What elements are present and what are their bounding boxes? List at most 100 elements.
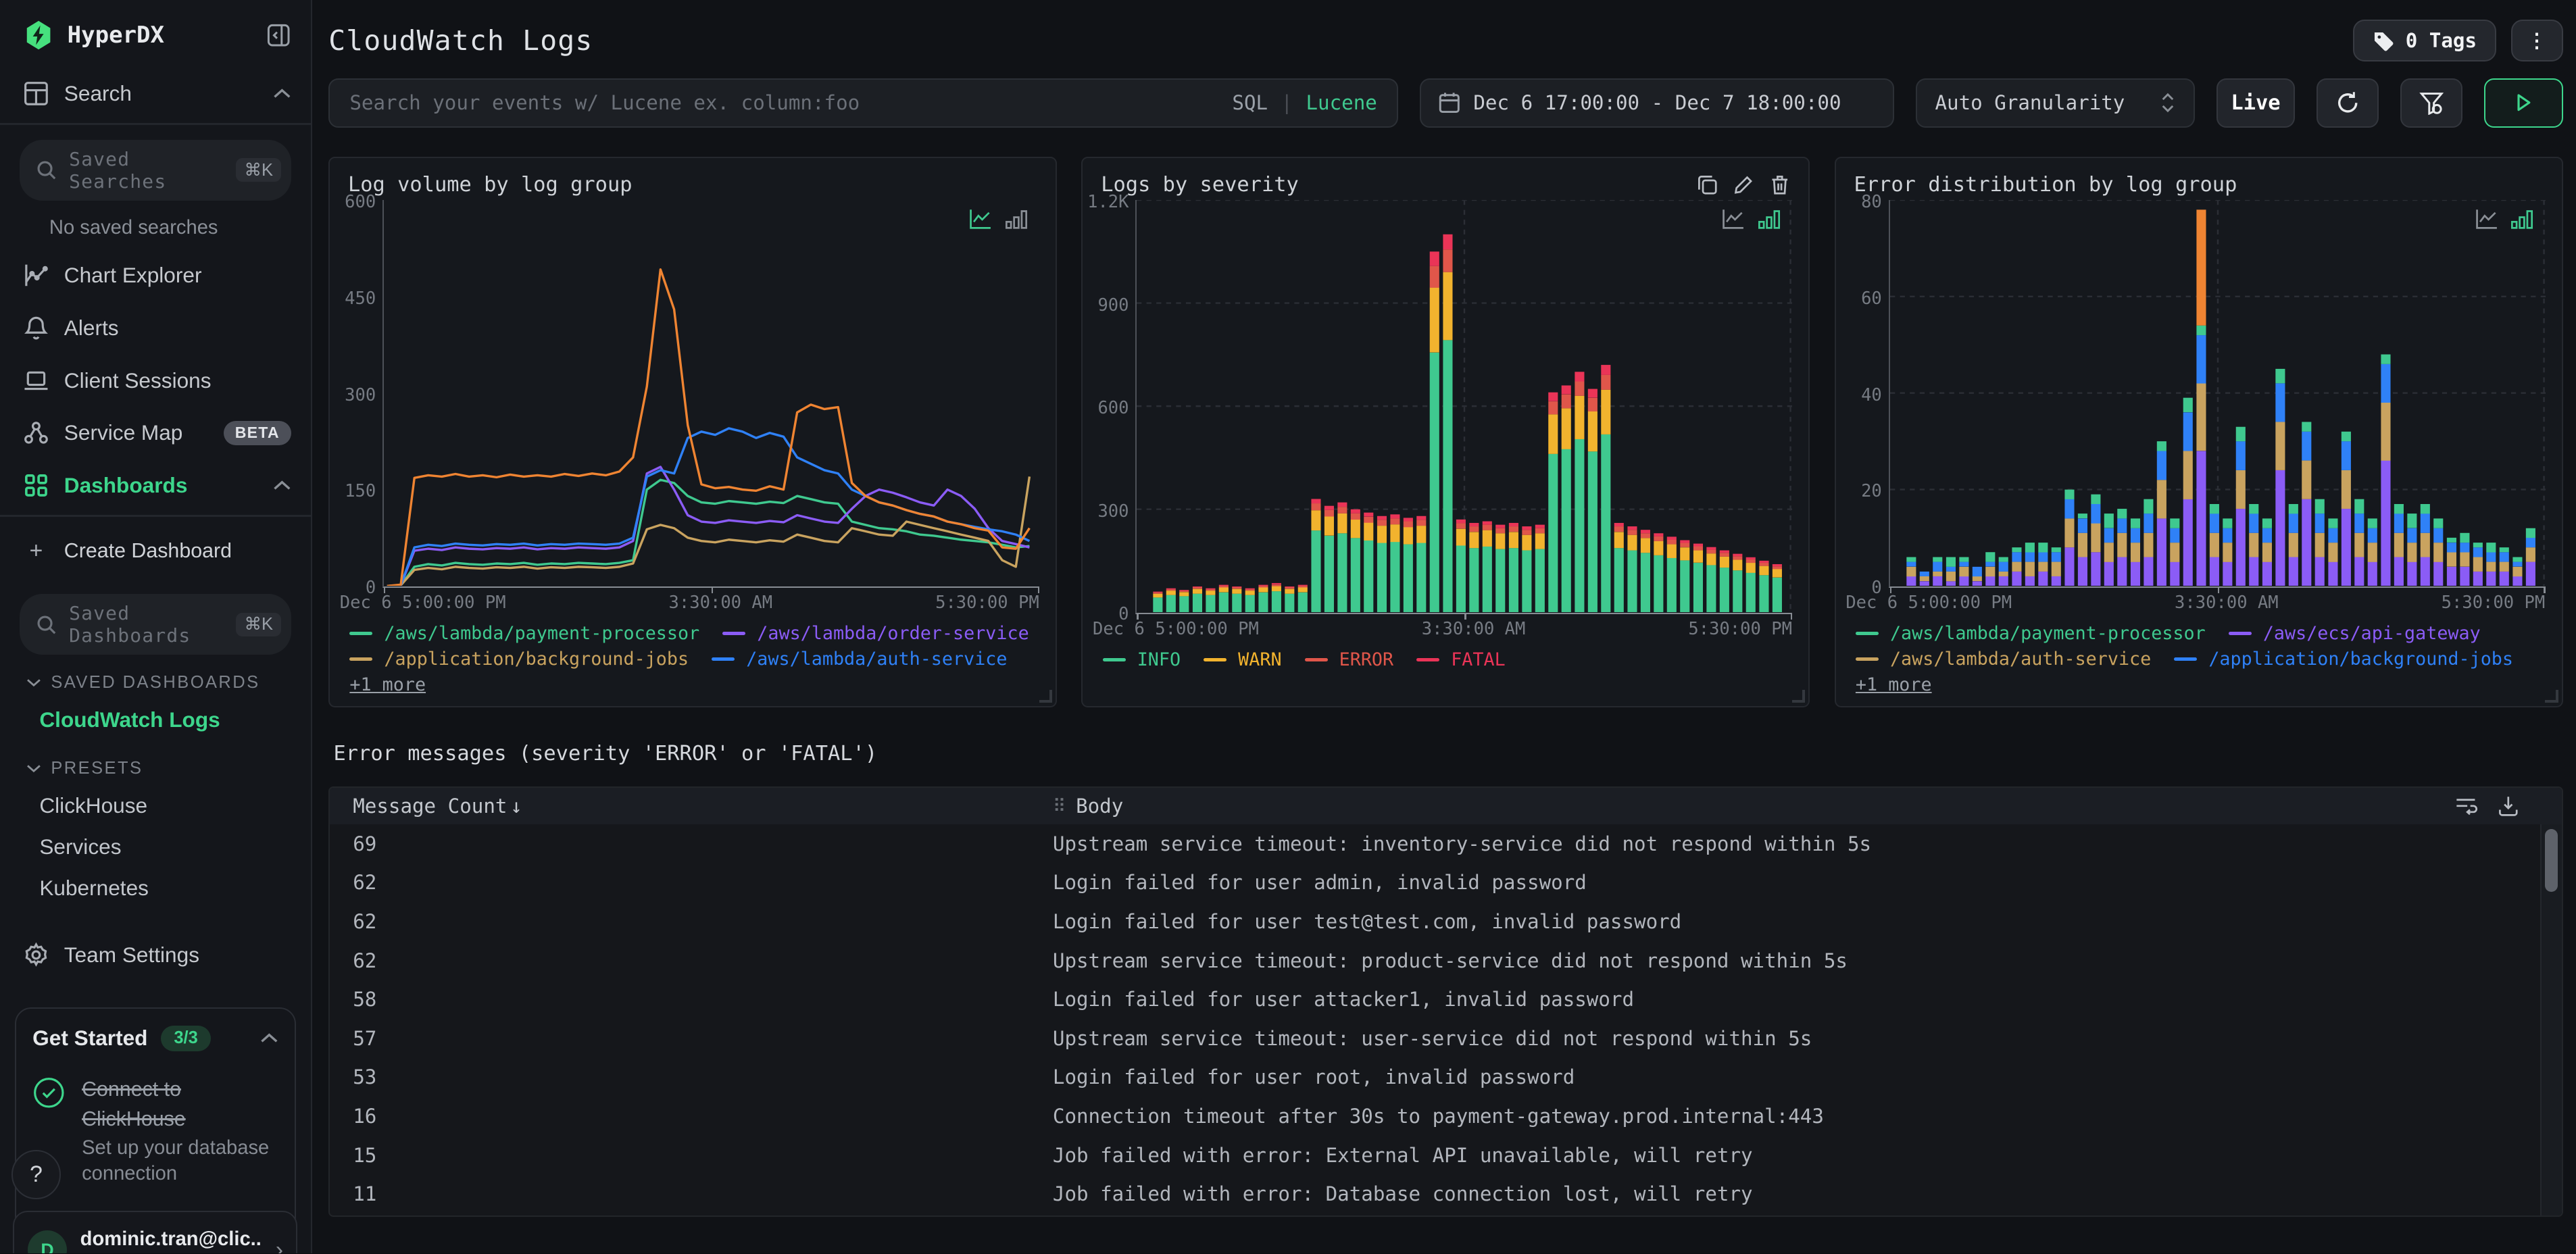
y-axis: 80 60 40 20 0	[1842, 192, 1888, 598]
help-button[interactable]: ?	[11, 1149, 61, 1199]
live-button[interactable]: Live	[2216, 78, 2296, 128]
legend-item[interactable]: /application/background-jobs	[2174, 649, 2513, 670]
cell-count: 69	[353, 832, 377, 855]
legend-item[interactable]: /aws/lambda/auth-service	[712, 649, 1007, 670]
resize-handle[interactable]	[1039, 689, 1053, 703]
table-row[interactable]: 62 Login failed for user admin, invalid p…	[330, 863, 2561, 903]
legend-item[interactable]: /application/background-jobs	[349, 649, 689, 670]
bar-chart-toggle-icon[interactable]	[1758, 208, 1781, 230]
edit-icon[interactable]	[1733, 174, 1754, 196]
sidebar-link-services[interactable]: Services	[0, 826, 311, 868]
chart-plot[interactable]	[382, 200, 1039, 593]
calendar-icon	[1439, 91, 1460, 114]
get-started-header[interactable]: Get Started 3/3	[32, 1025, 278, 1052]
sidebar-item-chart-explorer[interactable]: Chart Explorer	[0, 249, 311, 302]
chart-plot[interactable]	[1888, 200, 2546, 593]
user-menu[interactable]: D dominic.tran@clic... dominic.tran@clic…	[13, 1210, 298, 1253]
sidebar-item-team-settings[interactable]: Team Settings	[0, 929, 311, 982]
saved-searches-input[interactable]: Saved Searches ⌘K	[20, 139, 291, 201]
duplicate-icon[interactable]	[1697, 174, 1718, 196]
sidebar-item-client-sessions[interactable]: Client Sessions	[0, 354, 311, 407]
chart-plot[interactable]	[1135, 200, 1793, 620]
cell-count: 62	[353, 949, 377, 972]
kebab-menu-button[interactable]: ⋮	[2510, 20, 2563, 62]
legend-item[interactable]: /aws/lambda/auth-service	[1855, 649, 2151, 670]
line-chart-toggle-icon[interactable]	[2475, 208, 2499, 230]
axis-tick	[711, 586, 714, 593]
legend-item[interactable]: INFO	[1102, 649, 1181, 670]
legend-item[interactable]: /aws/ecs/api-gateway	[2228, 623, 2481, 644]
chevron-up-icon[interactable]	[260, 1032, 278, 1044]
resize-handle[interactable]	[1791, 689, 1806, 703]
axis-tick	[2544, 586, 2546, 593]
table-row[interactable]: 53 Login failed for user root, invalid pa…	[330, 1058, 2561, 1097]
bar-chart-toggle-icon[interactable]	[2510, 208, 2533, 230]
table-row[interactable]: 62 Upstream service timeout: product-serv…	[330, 941, 2561, 980]
language-lucene[interactable]: Lucene	[1306, 91, 1377, 114]
sidebar-link-kubernetes[interactable]: Kubernetes	[0, 868, 311, 909]
tags-label: 0 Tags	[2405, 29, 2477, 53]
get-started-item[interactable]: Connect to ClickHouse Set up your databas…	[32, 1073, 278, 1187]
sidebar-item-alerts[interactable]: Alerts	[0, 302, 311, 355]
sidebar-link-cloudwatch-logs[interactable]: CloudWatch Logs	[0, 699, 311, 741]
legend-item[interactable]: /aws/lambda/payment-processor	[349, 623, 699, 644]
check-circle-icon	[32, 1076, 66, 1109]
sort-desc-icon[interactable]: ↓	[510, 795, 522, 818]
resize-handle[interactable]	[2545, 689, 2558, 703]
language-sql[interactable]: SQL	[1232, 91, 1268, 114]
wrap-text-icon[interactable]	[2455, 795, 2478, 817]
chevron-up-icon[interactable]	[273, 88, 291, 99]
legend-more-link[interactable]: +1 more	[1856, 674, 1932, 695]
legend-item[interactable]: ERROR	[1304, 649, 1393, 670]
drag-handle-icon[interactable]: ⠿	[1053, 796, 1066, 817]
bar-chart-toggle-icon[interactable]	[1005, 208, 1028, 230]
create-dashboard-label: Create Dashboard	[64, 539, 232, 563]
table-row[interactable]: 15 Job failed with error: External API un…	[330, 1136, 2561, 1175]
table-row[interactable]: 58 Login failed for user attacker1, inval…	[330, 980, 2561, 1019]
legend-item[interactable]: FATAL	[1416, 649, 1506, 670]
create-dashboard-button[interactable]: + Create Dashboard	[0, 520, 311, 580]
column-message-count[interactable]: Message Count ↓	[330, 795, 1053, 818]
column-body[interactable]: ⠿ Body	[1053, 795, 2455, 818]
sidebar-link-clickhouse[interactable]: ClickHouse	[0, 785, 311, 826]
section-saved-dashboards[interactable]: SAVED DASHBOARDS	[0, 655, 311, 699]
legend-item[interactable]: /aws/lambda/order-service	[722, 623, 1029, 644]
line-chart-toggle-icon[interactable]	[1721, 208, 1745, 230]
cell-body: Job failed with error: External API unav…	[1052, 1143, 1753, 1167]
select-chevrons-icon	[2160, 91, 2175, 114]
refresh-button[interactable]	[2316, 78, 2379, 128]
line-chart-toggle-icon[interactable]	[968, 208, 993, 230]
collapse-sidebar-icon[interactable]	[266, 23, 291, 47]
table-scrollbar[interactable]	[2540, 824, 2562, 1216]
scrollbar-thumb[interactable]	[2544, 829, 2558, 892]
legend-dash	[349, 657, 373, 661]
legend-item[interactable]: /aws/lambda/payment-processor	[1855, 623, 2206, 644]
search-input[interactable]: Search your events w/ Lucene ex. column:…	[328, 78, 1398, 128]
granularity-value: Auto Granularity	[1935, 91, 2125, 115]
legend-dash	[2228, 631, 2252, 635]
legend-item[interactable]: WARN	[1204, 649, 1282, 670]
filter-button[interactable]	[2400, 78, 2463, 128]
legend-more-link[interactable]: +1 more	[349, 674, 426, 695]
delete-icon[interactable]	[1769, 174, 1791, 196]
saved-dashboards-input[interactable]: Saved Dashboards ⌘K	[20, 594, 291, 655]
table-row[interactable]: 69 Upstream service timeout: inventory-se…	[330, 824, 2561, 863]
sidebar-item-dashboards[interactable]: Dashboards	[0, 459, 311, 512]
section-presets[interactable]: PRESETS	[0, 741, 311, 784]
download-icon[interactable]	[2498, 795, 2519, 817]
sidebar-item-service-map[interactable]: Service Map BETA	[0, 407, 311, 459]
y-tick-label: 300	[345, 384, 376, 405]
get-started-title: Get Started	[32, 1026, 148, 1051]
run-query-button[interactable]	[2483, 78, 2563, 128]
get-started-item-subtitle: Set up your database connection	[82, 1136, 270, 1184]
granularity-select[interactable]: Auto Granularity	[1915, 78, 2196, 128]
table-row[interactable]: 57 Upstream service timeout: user-service…	[330, 1019, 2561, 1058]
chevron-up-icon[interactable]	[273, 480, 291, 491]
cell-count: 53	[353, 1065, 377, 1089]
table-row[interactable]: 11 Job failed with error: Database connec…	[330, 1174, 2561, 1213]
table-row[interactable]: 16 Connection timeout after 30s to paymen…	[330, 1097, 2561, 1136]
tags-button[interactable]: 0 Tags	[2353, 20, 2496, 62]
date-range-picker[interactable]: Dec 6 17:00:00 - Dec 7 18:00:00	[1419, 78, 1895, 128]
sidebar-item-search[interactable]: Search	[0, 68, 311, 120]
table-row[interactable]: 62 Login failed for user test@test.com, i…	[330, 902, 2561, 941]
